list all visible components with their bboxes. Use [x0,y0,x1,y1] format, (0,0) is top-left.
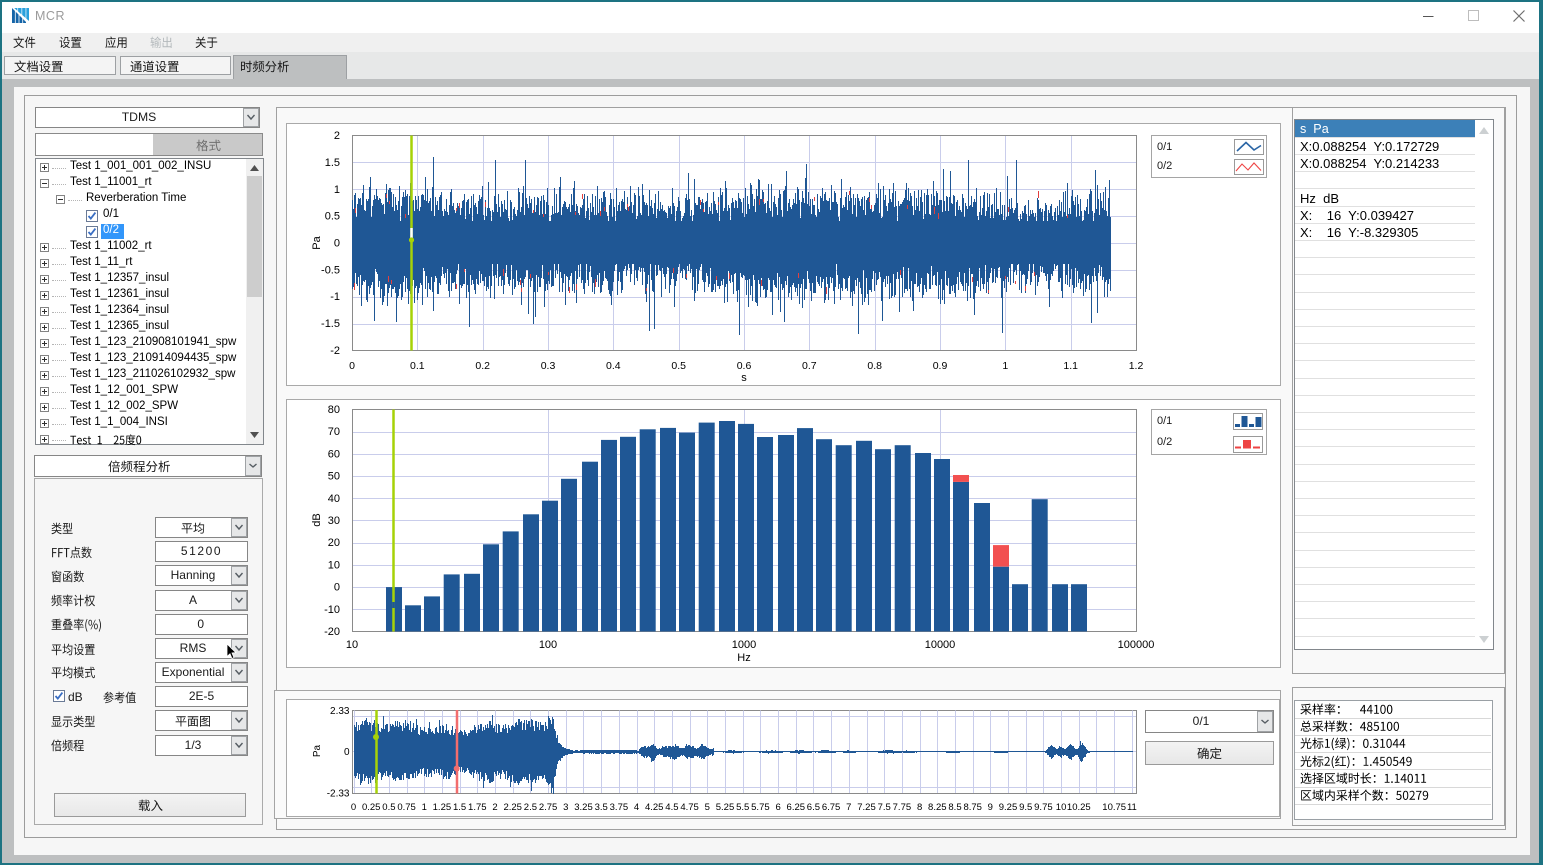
svg-text:4.75: 4.75 [680,802,699,813]
svg-text:10000: 10000 [925,639,956,651]
svg-text:1.75: 1.75 [468,802,487,813]
svg-text:2: 2 [492,802,497,813]
svg-text:0.1: 0.1 [410,360,425,372]
svg-text:0: 0 [334,582,340,594]
svg-text:s: s [741,372,747,384]
svg-text:-2: -2 [330,345,340,357]
svg-text:80: 80 [328,404,340,416]
svg-text:5.5: 5.5 [736,802,749,813]
svg-text:4.5: 4.5 [665,802,678,813]
svg-text:8.25: 8.25 [928,802,947,813]
svg-text:0: 0 [334,238,340,250]
svg-text:1: 1 [422,802,427,813]
svg-text:10.25: 10.25 [1067,802,1091,813]
svg-text:0: 0 [344,747,350,758]
svg-text:-2.33: -2.33 [327,789,350,800]
svg-text:0.75: 0.75 [397,802,416,813]
svg-text:50: 50 [328,471,340,483]
svg-text:1: 1 [1002,360,1008,372]
svg-text:2: 2 [334,130,340,142]
svg-text:6.75: 6.75 [822,802,841,813]
svg-text:0.8: 0.8 [867,360,882,372]
svg-text:10: 10 [346,639,358,651]
svg-text:0: 0 [349,360,355,372]
svg-text:-0.5: -0.5 [321,264,340,276]
svg-text:9.25: 9.25 [999,802,1018,813]
svg-text:11: 11 [1127,802,1137,813]
svg-text:0: 0 [351,802,356,813]
svg-text:Pa: Pa [311,235,323,249]
svg-text:5.75: 5.75 [751,802,770,813]
svg-text:-10: -10 [324,604,340,616]
svg-text:7.5: 7.5 [878,802,891,813]
svg-text:0.5: 0.5 [325,211,340,223]
svg-text:8: 8 [917,802,922,813]
svg-text:40: 40 [328,493,340,505]
svg-text:9.5: 9.5 [1019,802,1032,813]
svg-text:-1.5: -1.5 [321,318,340,330]
svg-text:-1: -1 [330,291,340,303]
svg-text:10.75: 10.75 [1102,802,1126,813]
svg-text:20: 20 [328,537,340,549]
svg-text:10: 10 [1056,802,1067,813]
svg-text:-20: -20 [324,626,340,638]
svg-text:1.1: 1.1 [1063,360,1078,372]
svg-text:3.75: 3.75 [610,802,629,813]
svg-text:60: 60 [328,448,340,460]
svg-text:1: 1 [334,184,340,196]
svg-text:4.25: 4.25 [645,802,664,813]
svg-text:5: 5 [705,802,710,813]
svg-text:0.2: 0.2 [475,360,490,372]
svg-text:6: 6 [775,802,780,813]
svg-text:30: 30 [328,515,340,527]
svg-text:3.5: 3.5 [595,802,608,813]
svg-text:2.33: 2.33 [330,706,350,717]
svg-text:0.4: 0.4 [606,360,621,372]
svg-text:100: 100 [539,639,557,651]
svg-text:7.25: 7.25 [857,802,876,813]
svg-text:9.75: 9.75 [1034,802,1053,813]
svg-text:2.75: 2.75 [539,802,558,813]
svg-text:8.5: 8.5 [948,802,961,813]
svg-text:1.5: 1.5 [325,157,340,169]
svg-text:0.9: 0.9 [933,360,948,372]
svg-text:0.25: 0.25 [362,802,381,813]
svg-text:6.5: 6.5 [807,802,820,813]
svg-text:1000: 1000 [732,639,756,651]
svg-text:5.25: 5.25 [716,802,735,813]
svg-text:0.6: 0.6 [737,360,752,372]
svg-text:2.5: 2.5 [524,802,537,813]
svg-text:3: 3 [563,802,568,813]
svg-text:Hz: Hz [737,652,750,664]
svg-text:0.5: 0.5 [382,802,395,813]
svg-text:3.25: 3.25 [574,802,593,813]
svg-text:6.25: 6.25 [787,802,806,813]
svg-text:Pa: Pa [312,744,323,757]
svg-text:10: 10 [328,559,340,571]
svg-text:9: 9 [988,802,993,813]
svg-text:2.25: 2.25 [503,802,522,813]
svg-text:0.5: 0.5 [671,360,686,372]
svg-text:7: 7 [846,802,851,813]
svg-text:0.3: 0.3 [541,360,556,372]
svg-text:4: 4 [634,802,639,813]
svg-text:1.2: 1.2 [1129,360,1144,372]
svg-text:1.25: 1.25 [433,802,452,813]
svg-text:1.5: 1.5 [453,802,466,813]
svg-text:100000: 100000 [1118,639,1155,651]
svg-text:0.7: 0.7 [802,360,817,372]
svg-text:dB: dB [311,513,323,526]
svg-text:8.75: 8.75 [963,802,982,813]
svg-text:70: 70 [328,426,340,438]
svg-text:7.75: 7.75 [893,802,912,813]
